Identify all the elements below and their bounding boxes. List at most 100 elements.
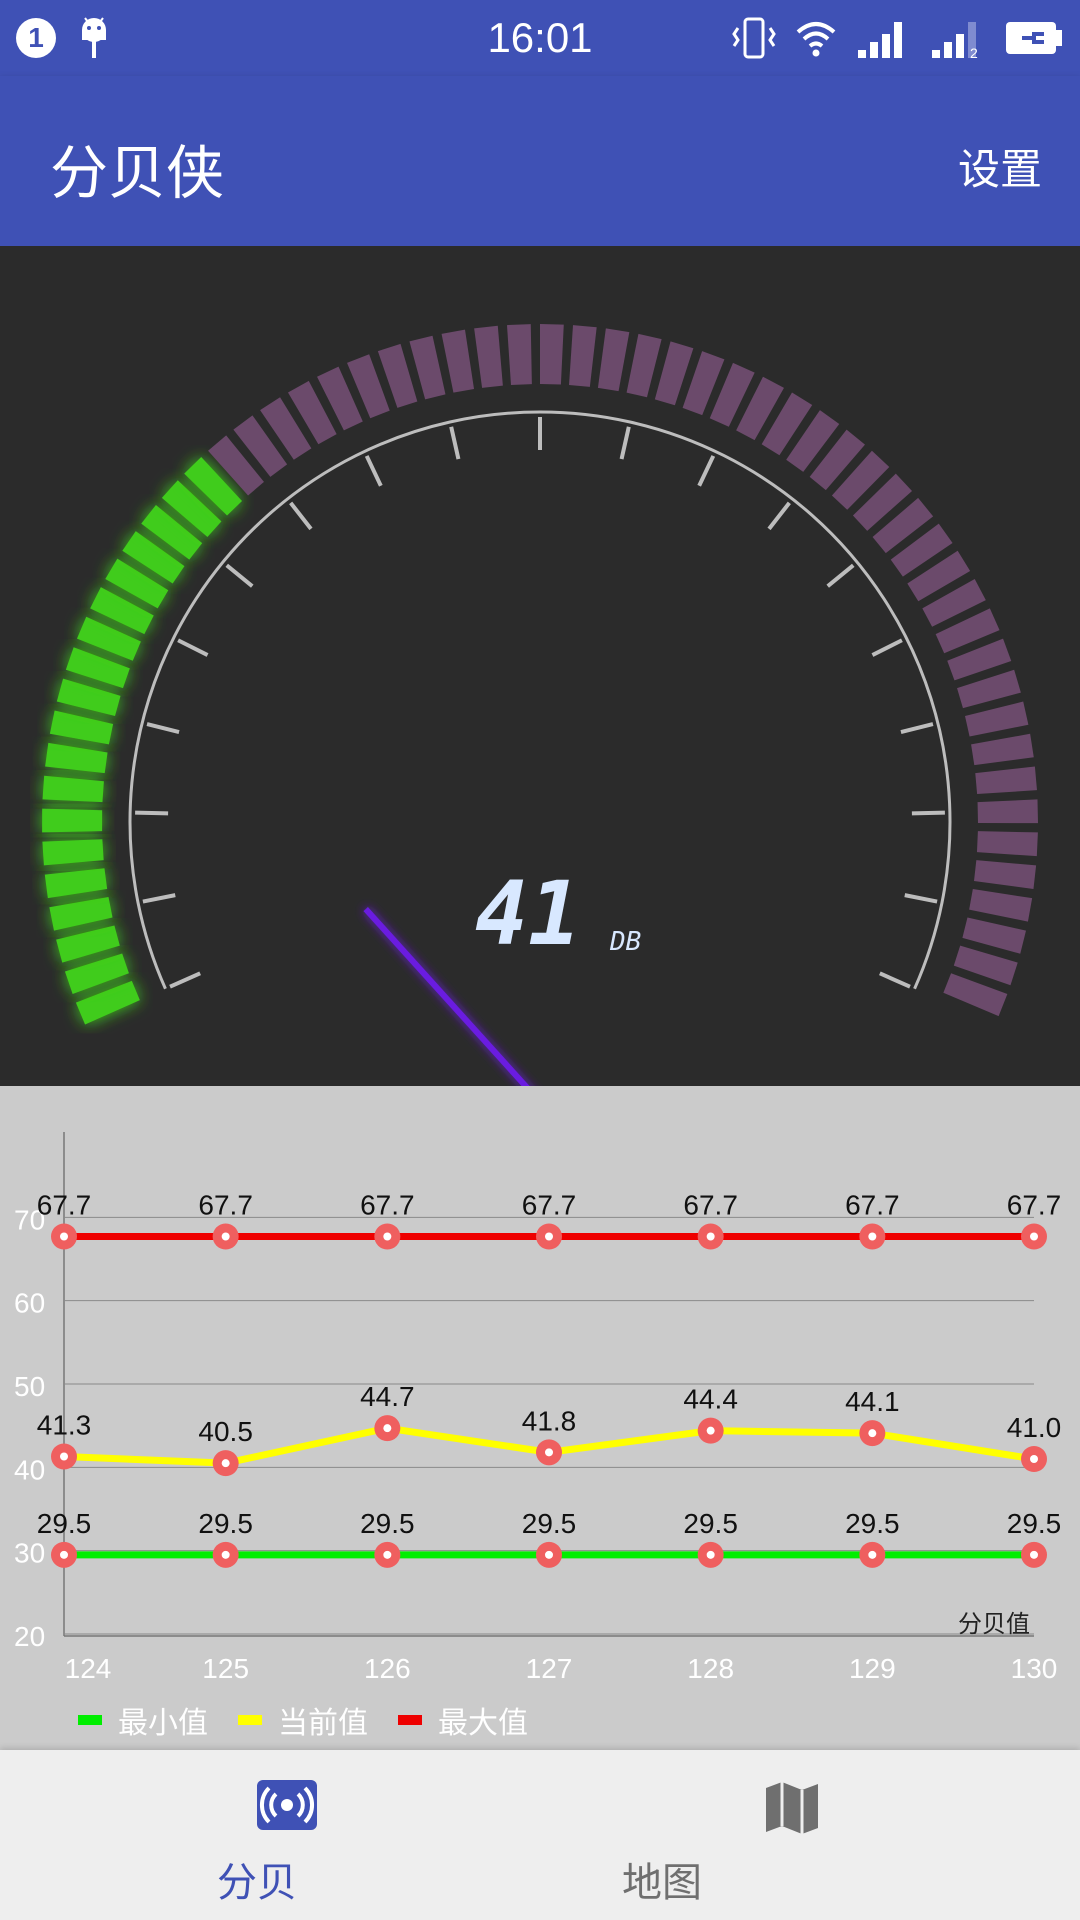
decibel-icon xyxy=(257,1780,317,1830)
data-label: 67.7 xyxy=(360,1190,415,1221)
data-label: 41.8 xyxy=(522,1405,577,1436)
gauge-segment-active xyxy=(42,839,104,866)
gauge-tick xyxy=(289,501,313,531)
data-label: 29.5 xyxy=(37,1508,92,1539)
gauge-tick xyxy=(135,810,169,816)
gauge-tick xyxy=(904,893,938,904)
data-point-center xyxy=(868,1232,877,1241)
chart-legend: 最小值 当前值 最大值 xyxy=(78,1698,558,1742)
data-point-center xyxy=(60,1452,68,1461)
legend-swatch-current xyxy=(238,1715,262,1725)
gauge-tick xyxy=(911,810,945,816)
x-axis-title: 分贝值 xyxy=(958,1610,1030,1638)
gauge-segment-active xyxy=(44,868,108,899)
gauge-segment-active xyxy=(45,742,108,774)
gauge-segment-active xyxy=(49,897,113,931)
data-point-center xyxy=(221,1459,230,1468)
data-point-center xyxy=(868,1550,877,1559)
legend-item-max: 最大值 xyxy=(398,1698,528,1742)
y-tick-label: 20 xyxy=(14,1621,45,1652)
data-label: 41.0 xyxy=(1007,1412,1062,1443)
x-tick-label: 124 xyxy=(65,1653,112,1684)
x-tick-label: 130 xyxy=(1011,1653,1058,1684)
nav-label-map: 地图 xyxy=(622,1860,702,1906)
gauge-segment-inactive xyxy=(540,324,564,385)
data-point-center xyxy=(868,1429,877,1438)
gauge-tick xyxy=(146,722,180,734)
gauge-tick xyxy=(169,971,201,989)
gauge-segment-inactive xyxy=(441,329,475,393)
legend-swatch-min xyxy=(78,1715,102,1725)
gauge-segment-inactive xyxy=(964,701,1029,737)
decibel-chart-panel: 20 30 40 50 60 70 124 125 126 127 128 129 130 29.5 29… xyxy=(0,1086,1080,1750)
signal-2-icon: 2 xyxy=(932,22,978,60)
gauge-segment-inactive xyxy=(976,831,1038,857)
gauge-tick xyxy=(697,455,716,487)
gauge-tick xyxy=(900,722,934,734)
decibel-gauge: 41 DB xyxy=(42,324,1038,1105)
data-point-center xyxy=(383,1232,392,1241)
data-label: 67.7 xyxy=(198,1190,253,1221)
nav-tab-map[interactable]: 地图 xyxy=(540,1750,1080,1920)
app-title: 分贝侠 xyxy=(50,139,225,207)
gauge-segment-inactive xyxy=(626,333,662,398)
vibrate-icon xyxy=(732,17,776,59)
legend-label-current: 当前值 xyxy=(278,1706,368,1741)
data-point-center xyxy=(706,1550,715,1559)
gauge-segment-inactive xyxy=(977,799,1038,824)
gauge-tick xyxy=(142,893,176,904)
signal-1-icon xyxy=(858,22,902,58)
data-point-center xyxy=(383,1424,392,1433)
bottom-navigation: 分贝 地图 xyxy=(0,1750,1080,1920)
decibel-line-chart: 203040506070124 125 126 127 128 129 130 29.5 29… xyxy=(14,1132,1062,1684)
data-label: 67.7 xyxy=(522,1190,577,1221)
data-label: 41.3 xyxy=(37,1410,92,1441)
gauge-segment-active xyxy=(42,775,104,803)
data-label: 44.1 xyxy=(845,1386,900,1417)
data-label: 67.7 xyxy=(845,1190,900,1221)
data-label: 29.5 xyxy=(1007,1508,1062,1539)
map-icon xyxy=(766,1782,818,1834)
data-label: 29.5 xyxy=(683,1508,738,1539)
gauge-segment-inactive xyxy=(474,325,503,388)
data-point-center xyxy=(545,1232,553,1241)
gauge-tick xyxy=(177,638,209,657)
data-label: 67.7 xyxy=(37,1190,92,1221)
data-point-center xyxy=(1030,1550,1038,1559)
data-point-center xyxy=(706,1232,715,1241)
legend-label-max: 最大值 xyxy=(438,1706,528,1741)
data-point-center xyxy=(706,1426,715,1435)
y-tick-label: 40 xyxy=(14,1454,45,1485)
gauge-segment-active xyxy=(49,710,114,745)
data-label: 29.5 xyxy=(845,1508,900,1539)
gauge-tick xyxy=(619,426,631,460)
gauge-tick xyxy=(449,426,461,460)
app-bar: 分贝侠 设置 xyxy=(0,76,1080,246)
gauge-segment-inactive xyxy=(506,324,532,385)
data-point-center xyxy=(221,1550,230,1559)
settings-button[interactable]: 设置 xyxy=(958,136,1042,197)
data-label: 29.5 xyxy=(360,1508,415,1539)
data-label: 44.7 xyxy=(360,1381,415,1412)
sim2-label: 2 xyxy=(970,45,978,60)
x-tick-label: 128 xyxy=(687,1653,734,1684)
gauge-segment-inactive xyxy=(975,766,1037,795)
data-label: 44.4 xyxy=(683,1384,738,1415)
legend-item-min: 最小值 xyxy=(78,1698,208,1742)
data-label: 40.5 xyxy=(198,1416,253,1447)
gauge-segment-inactive xyxy=(974,860,1037,890)
data-label: 67.7 xyxy=(1007,1190,1062,1221)
gauge-tick xyxy=(364,455,383,487)
legend-item-current: 当前值 xyxy=(238,1698,368,1742)
data-point-center xyxy=(545,1550,553,1559)
y-tick-label: 60 xyxy=(14,1288,45,1319)
gauge-segment-active xyxy=(56,925,120,963)
data-label: 29.5 xyxy=(522,1508,577,1539)
status-bar: 1 16:01 2 xyxy=(0,0,1080,76)
data-point-center xyxy=(545,1448,553,1457)
gauge-segment-inactive xyxy=(962,917,1027,954)
x-tick-label: 125 xyxy=(202,1653,249,1684)
gauge-panel: 41 DB xyxy=(0,246,1080,1105)
gauge-tick xyxy=(871,638,903,657)
gauge-unit: DB xyxy=(609,927,641,957)
